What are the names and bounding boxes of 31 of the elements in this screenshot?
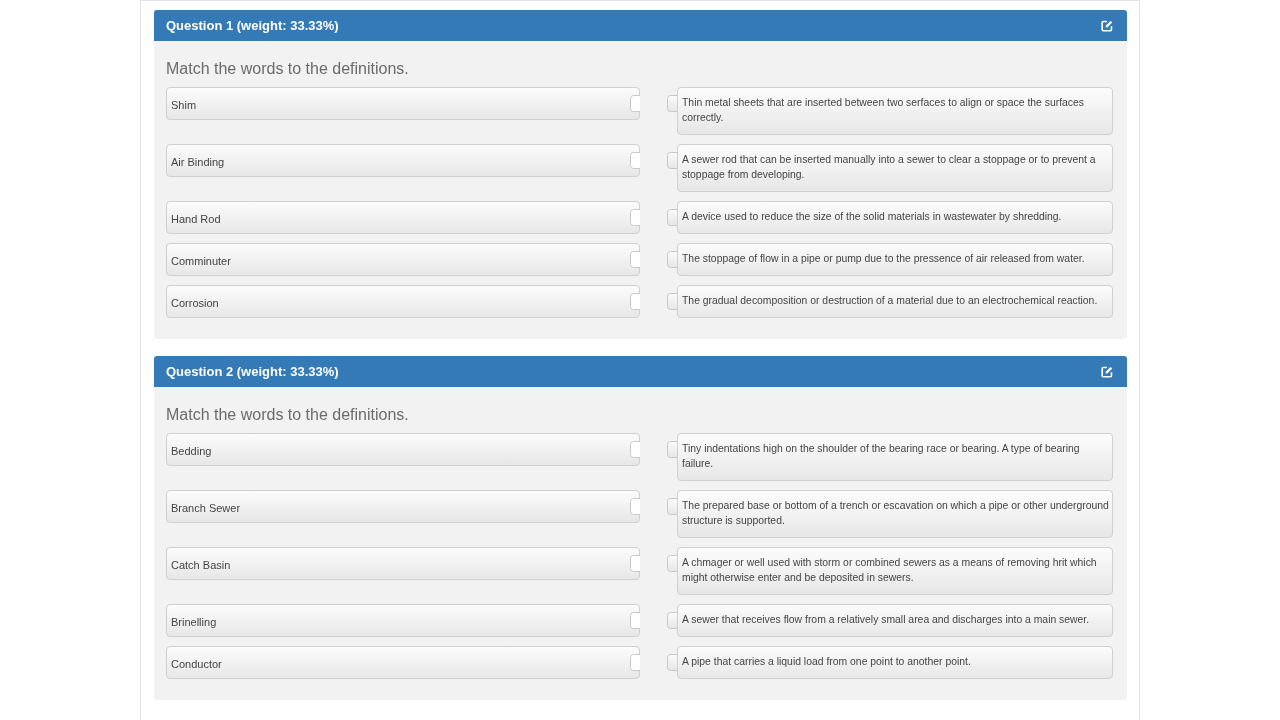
term-text: Branch Sewer — [171, 502, 241, 514]
question-title: Question 1 (weight: 33.33%) — [166, 18, 339, 33]
tab-icon — [667, 152, 678, 169]
definition-card[interactable]: Tiny indentations high on the shoulder of the bearing race or bearing. A type of bearing failure. — [677, 433, 1113, 481]
term-text: Comminuter — [171, 255, 231, 267]
term-text: Conductor — [171, 658, 222, 670]
definition-card[interactable]: A chmager or well used with storm or combined sewers as a means of removing hrit which might otherwise enter and be deposited in sewers. — [677, 547, 1113, 595]
term-text: Shim — [171, 99, 197, 111]
definition-card[interactable]: The prepared base or bottom of a trench or escavation on which a pipe or other underground structure is supported. — [677, 490, 1113, 538]
question-title: Question 2 (weight: 33.33%) — [166, 364, 339, 379]
instruction-text: Match the words to the definitions. — [166, 60, 410, 78]
instruction-text: Match the words to the definitions. — [166, 406, 410, 424]
tab-icon — [667, 612, 678, 629]
tab-icon — [667, 95, 678, 112]
edit-icon[interactable] — [1101, 365, 1113, 378]
edit-icon[interactable] — [1101, 19, 1113, 32]
tab-icon — [667, 251, 678, 268]
definition-card[interactable]: A sewer rod that can be inserted manually into a sewer to clear a stoppage or to prevent a stoppage from developing. — [677, 144, 1113, 192]
term-text: Air Binding — [171, 156, 225, 168]
term-text: Bedding — [171, 445, 212, 457]
term-text: Corrosion — [171, 297, 219, 309]
term-text: Catch Basin — [171, 559, 231, 571]
term-text: Brinelling — [171, 616, 217, 628]
tab-icon — [667, 209, 678, 226]
tab-icon — [667, 555, 678, 572]
tab-icon — [667, 654, 678, 671]
tab-icon — [667, 498, 678, 515]
tab-icon — [667, 293, 678, 310]
definition-card[interactable]: Thin metal sheets that are inserted between two serfaces to align or space the surfaces correctly. — [677, 87, 1113, 135]
term-text: Hand Rod — [171, 213, 221, 225]
tab-icon — [667, 441, 678, 458]
